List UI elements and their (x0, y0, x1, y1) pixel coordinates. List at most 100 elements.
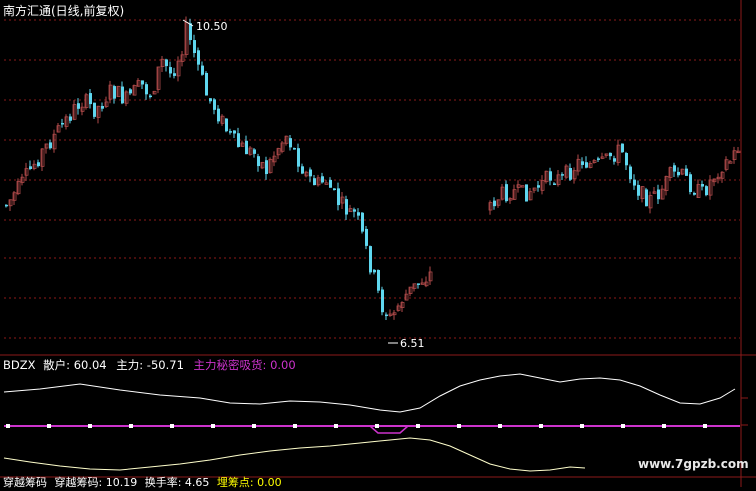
indicator-legend: BDZX 散户: 60.04 主力: -50.71 主力秘密吸货: 0.00 (3, 357, 296, 373)
candle (129, 89, 132, 94)
candle (265, 160, 268, 175)
candle (621, 143, 624, 153)
candle (201, 65, 204, 75)
candle (213, 99, 216, 110)
absorption-dot (170, 424, 174, 428)
candle (229, 131, 232, 133)
candle (537, 185, 540, 188)
absorption-dot (375, 424, 379, 428)
candle (245, 140, 248, 155)
absorption-dot (416, 424, 420, 428)
candle (93, 102, 96, 117)
price-markers: 10.50 6.51 (182, 19, 425, 350)
candle (645, 189, 648, 207)
candle (193, 40, 196, 53)
zhuli-line (3, 437, 586, 472)
candle (705, 186, 708, 196)
absorption-dot (580, 424, 584, 428)
absorption-dot (88, 424, 92, 428)
candle (505, 184, 508, 202)
candle (685, 168, 688, 176)
candle (253, 149, 256, 154)
candle (361, 212, 364, 232)
candle (613, 158, 616, 162)
candle (169, 67, 172, 74)
candle (677, 171, 680, 176)
candle (345, 199, 348, 215)
candle (329, 179, 332, 188)
candle (297, 148, 300, 167)
candle (525, 184, 528, 202)
candle (385, 314, 388, 317)
candle (673, 165, 676, 172)
candle (225, 118, 228, 132)
indicator-zhuli: 主力: -50.71 (116, 358, 184, 372)
candle (553, 183, 556, 185)
candle (217, 108, 220, 122)
candle (357, 212, 360, 216)
candle (89, 93, 92, 105)
candle (333, 188, 336, 190)
indicator-name: BDZX (3, 358, 36, 372)
candle (189, 23, 192, 41)
candle (173, 73, 176, 76)
absorption-dot (621, 424, 625, 428)
candle (337, 188, 340, 206)
footer-chip-value: 穿越筹码: 10.19 (54, 476, 138, 489)
candle (585, 162, 588, 168)
candle (597, 158, 600, 160)
candle (693, 192, 696, 195)
candle (37, 162, 40, 167)
high-marker-label: 10.50 (196, 20, 228, 33)
absorption-dot (662, 424, 666, 428)
candle (205, 72, 208, 96)
candle (321, 176, 324, 183)
footer-turnover: 换手率: 4.65 (144, 476, 210, 489)
footer-legend: 穿越筹码 穿越筹码: 10.19 换手率: 4.65 埋筹点: 0.00 (3, 476, 282, 489)
candle (209, 98, 212, 102)
candle (373, 269, 376, 273)
candle (309, 169, 312, 177)
footer-bury-point: 埋筹点: 0.00 (216, 476, 282, 489)
candle (237, 133, 240, 147)
candle (101, 106, 104, 109)
candle (637, 184, 640, 196)
candle (29, 166, 32, 169)
candle (493, 200, 496, 207)
candle (49, 142, 52, 149)
candle (301, 166, 304, 174)
candle (289, 138, 292, 148)
candle (657, 189, 660, 200)
absorption-dot (252, 424, 256, 428)
chart-canvas[interactable]: 10.50 6.51 (0, 0, 756, 487)
candle (625, 153, 628, 166)
candle (77, 103, 80, 109)
candle (257, 156, 260, 167)
candle (61, 122, 64, 125)
candle (69, 116, 72, 121)
absorption-dot (211, 424, 215, 428)
candlestick-series[interactable] (5, 16, 741, 321)
footer-chip-name: 穿越筹码 (3, 476, 47, 489)
candle (417, 283, 420, 285)
chart-title: 南方汇通(日线,前复权) (3, 2, 127, 19)
bdzx-indicator-panel[interactable] (3, 373, 740, 472)
candle (381, 289, 384, 313)
low-marker-label: 6.51 (400, 337, 425, 350)
candle (629, 166, 632, 180)
candle (701, 184, 704, 187)
sanhu-line (3, 373, 736, 413)
candle (233, 130, 236, 134)
candle (313, 178, 316, 186)
absorption-dot (47, 424, 51, 428)
candle (689, 174, 692, 193)
candle (561, 174, 564, 176)
candle (5, 204, 8, 207)
candle (549, 171, 552, 181)
absorption-dot (539, 424, 543, 428)
absorption-dot (498, 424, 502, 428)
candle (569, 168, 572, 180)
candle (353, 209, 356, 212)
candle (113, 86, 116, 99)
candle (145, 84, 148, 95)
